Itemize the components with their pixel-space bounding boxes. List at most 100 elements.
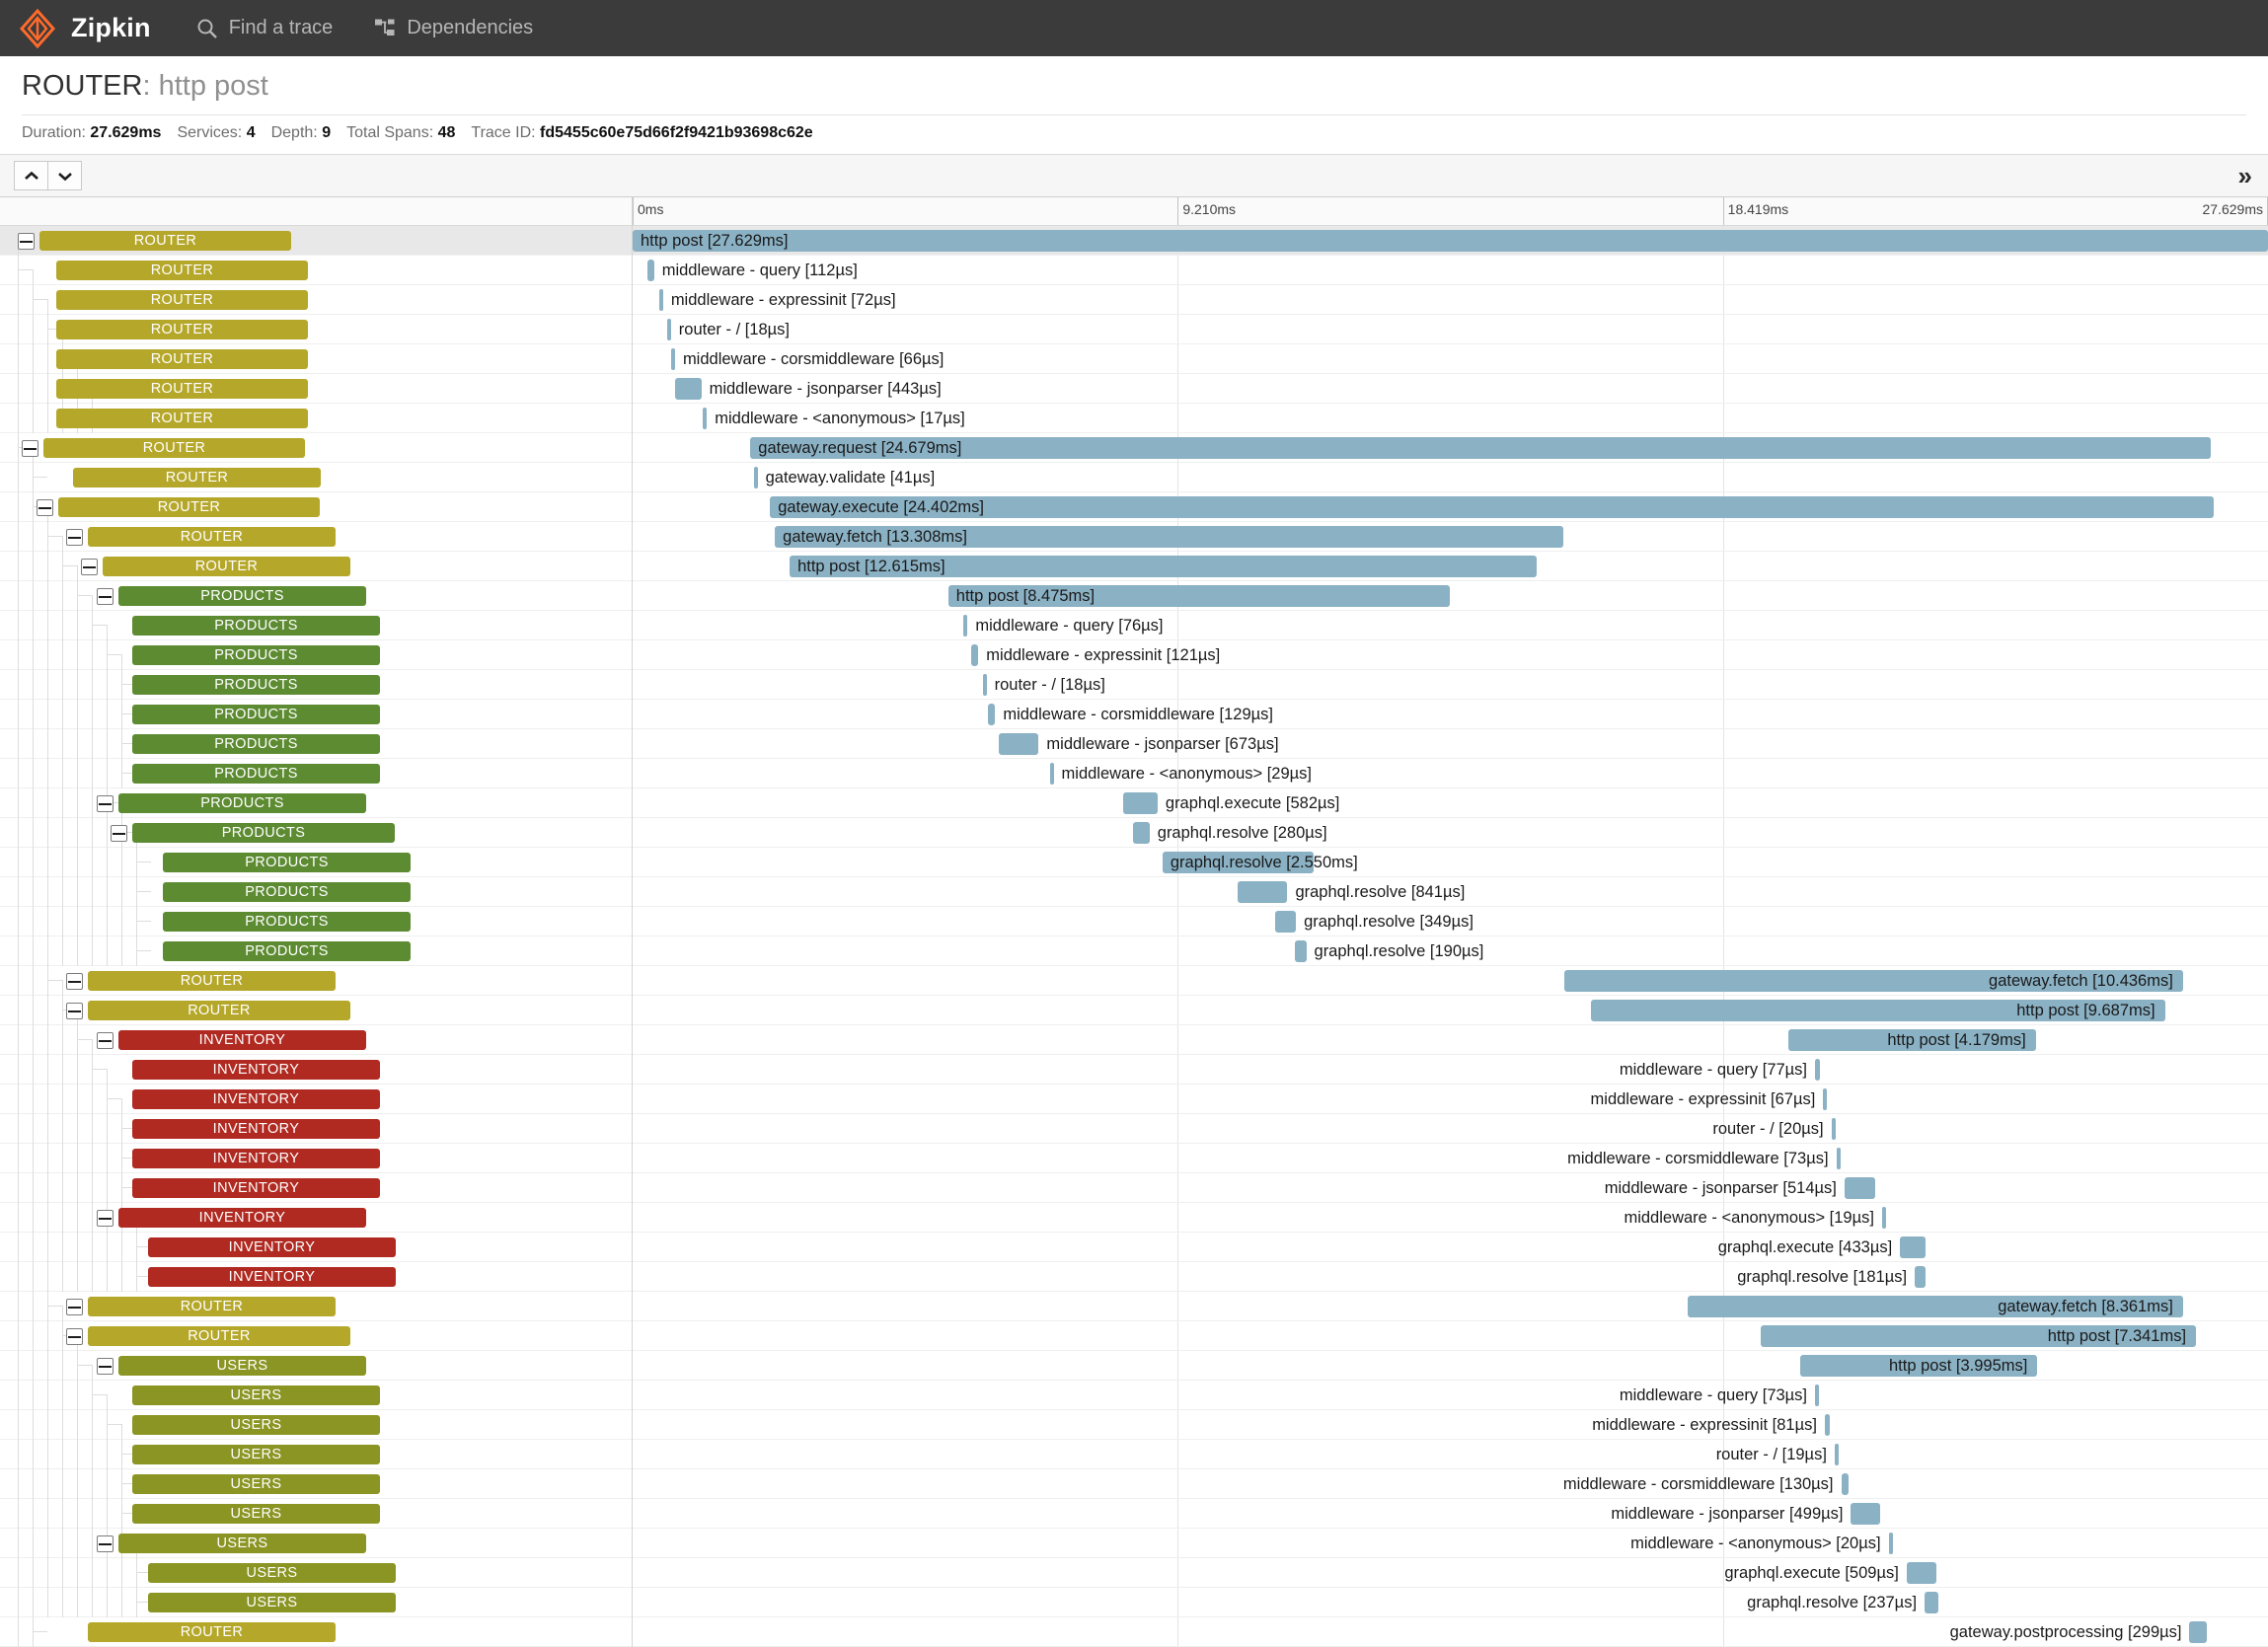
span-timeline-row[interactable]: middleware - query [77µs] bbox=[633, 1055, 2268, 1085]
service-name-bar[interactable]: USERS bbox=[132, 1504, 380, 1524]
service-name-bar[interactable]: PRODUCTS bbox=[163, 912, 411, 932]
span-timeline-row[interactable]: router - / [19µs] bbox=[633, 1440, 2268, 1469]
span-timeline-row[interactable]: middleware - query [76µs] bbox=[633, 611, 2268, 640]
service-name-bar[interactable]: ROUTER bbox=[56, 261, 308, 280]
span-collapse-toggle[interactable] bbox=[37, 499, 53, 516]
span-timeline-row[interactable]: http post [27.629ms] bbox=[633, 226, 2268, 256]
service-name-bar[interactable]: PRODUCTS bbox=[132, 705, 380, 724]
span-tree-row[interactable]: INVENTORY bbox=[0, 1144, 632, 1173]
span-tree-row[interactable]: USERS bbox=[0, 1499, 632, 1529]
span-duration-bar[interactable] bbox=[1275, 911, 1296, 933]
span-duration-bar[interactable] bbox=[1564, 970, 2182, 992]
span-timeline-row[interactable]: graphql.resolve [181µs] bbox=[633, 1262, 2268, 1292]
service-name-bar[interactable]: ROUTER bbox=[88, 1326, 350, 1346]
span-tree-row[interactable]: PRODUCTS bbox=[0, 759, 632, 788]
span-timeline-row[interactable]: gateway.postprocessing [299µs] bbox=[633, 1617, 2268, 1647]
span-collapse-toggle[interactable] bbox=[97, 1358, 113, 1375]
span-duration-bar[interactable] bbox=[1815, 1385, 1819, 1406]
span-timeline-row[interactable]: router - / [18µs] bbox=[633, 315, 2268, 344]
span-duration-bar[interactable] bbox=[1688, 1296, 2183, 1317]
span-tree-row[interactable]: ROUTER bbox=[0, 1321, 632, 1351]
span-duration-bar[interactable] bbox=[659, 289, 663, 311]
span-tree-row[interactable]: INVENTORY bbox=[0, 1055, 632, 1085]
service-name-bar[interactable]: PRODUCTS bbox=[132, 764, 380, 784]
service-name-bar[interactable]: INVENTORY bbox=[118, 1030, 366, 1050]
span-timeline-row[interactable]: http post [4.179ms] bbox=[633, 1025, 2268, 1055]
service-name-bar[interactable]: ROUTER bbox=[88, 527, 336, 547]
span-duration-bar[interactable] bbox=[647, 260, 654, 281]
span-tree-row[interactable]: ROUTER bbox=[0, 996, 632, 1025]
service-name-bar[interactable]: PRODUCTS bbox=[118, 586, 366, 606]
span-duration-bar[interactable] bbox=[1835, 1444, 1839, 1465]
span-duration-bar[interactable] bbox=[1133, 822, 1150, 844]
span-collapse-toggle[interactable] bbox=[66, 1003, 83, 1019]
span-tree-row[interactable]: ROUTER bbox=[0, 404, 632, 433]
service-name-bar[interactable]: PRODUCTS bbox=[132, 675, 380, 695]
span-tree-row[interactable]: ROUTER bbox=[0, 966, 632, 996]
span-duration-bar[interactable] bbox=[1123, 792, 1158, 814]
span-timeline-row[interactable]: gateway.fetch [8.361ms] bbox=[633, 1292, 2268, 1321]
span-duration-bar[interactable] bbox=[790, 556, 1537, 577]
span-timeline-row[interactable]: middleware - corsmiddleware [73µs] bbox=[633, 1144, 2268, 1173]
span-timeline-row[interactable]: middleware - jsonparser [499µs] bbox=[633, 1499, 2268, 1529]
span-duration-bar[interactable] bbox=[1591, 1000, 2165, 1021]
span-tree-row[interactable]: PRODUCTS bbox=[0, 611, 632, 640]
span-tree-row[interactable]: INVENTORY bbox=[0, 1233, 632, 1262]
span-collapse-toggle[interactable] bbox=[111, 825, 127, 842]
span-timeline-row[interactable]: middleware - expressinit [81µs] bbox=[633, 1410, 2268, 1440]
span-tree-row[interactable]: USERS bbox=[0, 1529, 632, 1558]
service-name-bar[interactable]: PRODUCTS bbox=[163, 882, 411, 902]
service-name-bar[interactable]: INVENTORY bbox=[148, 1267, 396, 1287]
span-tree-row[interactable]: ROUTER bbox=[0, 552, 632, 581]
span-timeline-row[interactable]: graphql.execute [582µs] bbox=[633, 788, 2268, 818]
span-timeline-row[interactable]: graphql.resolve [349µs] bbox=[633, 907, 2268, 936]
span-duration-bar[interactable] bbox=[1815, 1059, 1820, 1081]
service-name-bar[interactable]: ROUTER bbox=[88, 971, 336, 991]
span-tree-row[interactable]: ROUTER bbox=[0, 344, 632, 374]
service-name-bar[interactable]: ROUTER bbox=[39, 231, 291, 251]
span-collapse-toggle[interactable] bbox=[97, 588, 113, 605]
span-timeline-row[interactable]: middleware - expressinit [67µs] bbox=[633, 1085, 2268, 1114]
span-tree-row[interactable]: INVENTORY bbox=[0, 1203, 632, 1233]
span-timeline-row[interactable]: middleware - expressinit [121µs] bbox=[633, 640, 2268, 670]
span-timeline-row[interactable]: http post [12.615ms] bbox=[633, 552, 2268, 581]
span-timeline-row[interactable]: http post [9.687ms] bbox=[633, 996, 2268, 1025]
service-name-bar[interactable]: PRODUCTS bbox=[132, 734, 380, 754]
service-name-bar[interactable]: USERS bbox=[132, 1474, 380, 1494]
service-name-bar[interactable]: USERS bbox=[148, 1563, 396, 1583]
service-name-bar[interactable]: INVENTORY bbox=[118, 1208, 366, 1228]
span-timeline-row[interactable]: http post [7.341ms] bbox=[633, 1321, 2268, 1351]
span-collapse-toggle[interactable] bbox=[97, 795, 113, 812]
span-tree-row[interactable]: INVENTORY bbox=[0, 1114, 632, 1144]
span-duration-bar[interactable] bbox=[963, 615, 968, 636]
service-name-bar[interactable]: ROUTER bbox=[103, 557, 350, 576]
brand-name[interactable]: Zipkin bbox=[71, 13, 151, 43]
span-duration-bar[interactable] bbox=[988, 704, 996, 725]
span-tree-row[interactable]: ROUTER bbox=[0, 1292, 632, 1321]
span-timeline-row[interactable]: gateway.execute [24.402ms] bbox=[633, 492, 2268, 522]
span-collapse-toggle[interactable] bbox=[22, 440, 38, 457]
span-collapse-toggle[interactable] bbox=[66, 1328, 83, 1345]
service-name-bar[interactable]: PRODUCTS bbox=[132, 823, 395, 843]
service-name-bar[interactable]: PRODUCTS bbox=[163, 941, 411, 961]
span-tree-row[interactable]: PRODUCTS bbox=[0, 848, 632, 877]
span-duration-bar[interactable] bbox=[1238, 881, 1287, 903]
span-collapse-toggle[interactable] bbox=[66, 973, 83, 990]
span-duration-bar[interactable] bbox=[1915, 1266, 1926, 1288]
span-tree-row[interactable]: USERS bbox=[0, 1558, 632, 1588]
span-timeline-row[interactable]: gateway.fetch [13.308ms] bbox=[633, 522, 2268, 552]
span-timeline-row[interactable]: graphql.resolve [841µs] bbox=[633, 877, 2268, 907]
span-timeline-row[interactable]: graphql.resolve [237µs] bbox=[633, 1588, 2268, 1617]
service-name-bar[interactable]: INVENTORY bbox=[132, 1149, 380, 1168]
span-tree-row[interactable]: USERS bbox=[0, 1588, 632, 1617]
span-tree-row[interactable]: ROUTER bbox=[0, 492, 632, 522]
span-tree-row[interactable]: PRODUCTS bbox=[0, 788, 632, 818]
span-duration-bar[interactable] bbox=[1163, 852, 1314, 873]
span-tree-row[interactable]: PRODUCTS bbox=[0, 640, 632, 670]
service-name-bar[interactable]: USERS bbox=[132, 1445, 380, 1464]
span-duration-bar[interactable] bbox=[1050, 763, 1054, 785]
service-name-bar[interactable]: PRODUCTS bbox=[163, 853, 411, 872]
expand-all-button[interactable]: » bbox=[2238, 163, 2252, 188]
service-name-bar[interactable]: PRODUCTS bbox=[132, 616, 380, 636]
service-name-bar[interactable]: ROUTER bbox=[43, 438, 305, 458]
